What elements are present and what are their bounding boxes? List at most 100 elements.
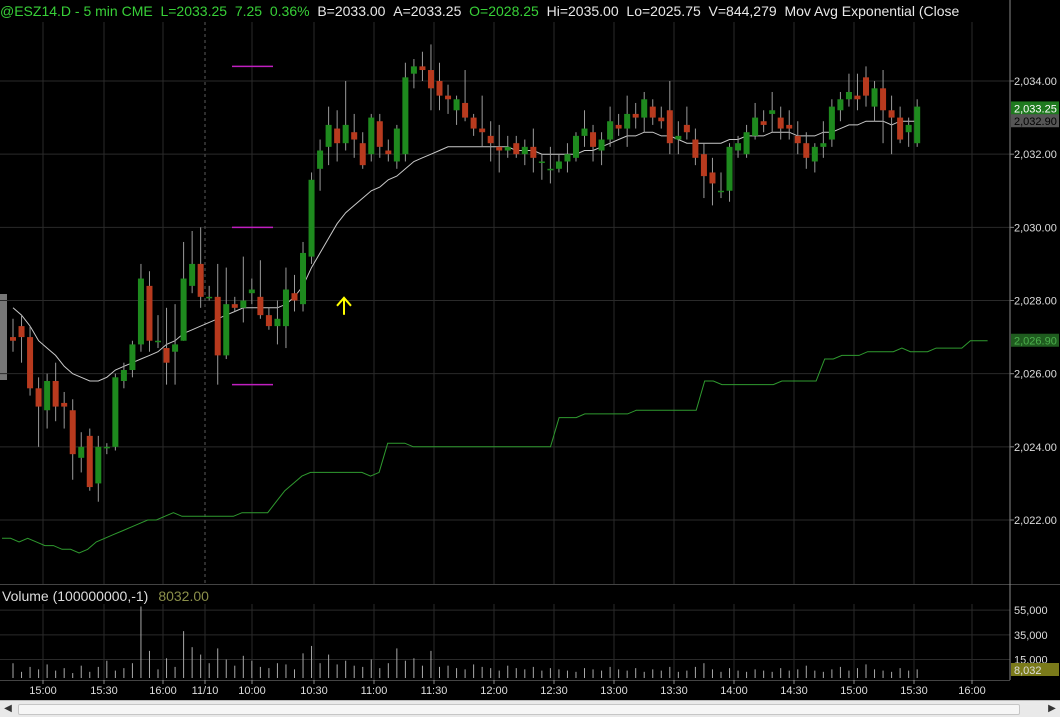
candle-body — [427, 70, 434, 89]
price-axis[interactable]: 2,034.00 2,032.00 2,030.00 2,028.00 2,026.00… — [1009, 0, 1060, 584]
candle-body — [555, 161, 562, 169]
candle-body — [769, 110, 776, 114]
price-tick-label: 2,028.00 — [1014, 296, 1057, 308]
candle-body — [828, 106, 835, 140]
candle-body — [658, 117, 665, 122]
time-tick-label: 13:00 — [600, 685, 628, 697]
candle-body — [470, 117, 477, 129]
candle-body — [683, 124, 690, 133]
slow-line-price-label: 2,026.90 — [1014, 336, 1057, 348]
candle-body — [231, 304, 238, 308]
candle — [538, 154, 545, 180]
candle-body — [837, 99, 844, 111]
candle — [206, 285, 213, 301]
candle — [282, 267, 289, 349]
candle-body — [61, 402, 68, 407]
candle-body — [624, 113, 631, 129]
candle — [223, 267, 230, 360]
scrollbar-thumb[interactable] — [18, 704, 1020, 715]
time-tick-label: 12:00 — [480, 685, 508, 697]
candle — [44, 373, 51, 429]
candle-body — [410, 66, 417, 74]
candle-body — [863, 77, 869, 96]
scroll-left-icon[interactable]: ◀ — [0, 701, 16, 717]
price-chart[interactable]: 2,034.00 2,032.00 2,030.00 2,028.00 2,026.00… — [0, 0, 1060, 584]
horizontal-scrollbar[interactable]: ◀ ▶ — [0, 700, 1060, 717]
candle — [914, 99, 921, 147]
time-tick-label: 11/10 — [192, 685, 219, 697]
candle — [564, 143, 571, 173]
candle — [743, 124, 750, 158]
candle — [615, 113, 622, 136]
candle — [641, 91, 648, 133]
candle-body — [735, 143, 742, 151]
candle-body — [368, 117, 375, 155]
scroll-right-icon[interactable]: ▶ — [1044, 701, 1060, 717]
time-tick-label: 12:30 — [540, 685, 568, 697]
candle-body — [905, 124, 912, 133]
candle-body — [274, 318, 281, 327]
candle-body — [854, 95, 861, 100]
candle — [598, 132, 605, 166]
candle — [811, 143, 818, 173]
candle — [487, 121, 494, 162]
candle — [888, 95, 895, 155]
candle — [854, 73, 861, 111]
candle-body — [27, 337, 34, 389]
candle — [496, 124, 503, 173]
candle-body — [504, 146, 511, 151]
candle-body — [240, 300, 247, 308]
candle-body — [786, 124, 793, 129]
candle — [436, 62, 443, 111]
ma-price-label: 2,032.90 — [1014, 116, 1057, 128]
candle — [257, 260, 264, 319]
candle-body — [402, 77, 409, 155]
candle-body — [487, 135, 494, 144]
candle — [700, 143, 707, 199]
candle-body — [615, 124, 622, 129]
candle-body — [146, 285, 153, 341]
candle-body — [445, 95, 452, 100]
price-tick-label: 2,022.00 — [1014, 515, 1057, 527]
candle — [265, 307, 272, 330]
candle-body — [69, 410, 76, 455]
moving-average-path — [12, 120, 918, 382]
volume-axis[interactable]: 55,00035,00015,0008,032 — [1009, 584, 1059, 680]
candle — [95, 435, 102, 502]
candle-body — [103, 446, 110, 449]
candle-body — [419, 66, 426, 71]
candle — [777, 106, 784, 140]
volume-chart[interactable]: 55,00035,00015,0008,032 — [0, 584, 1060, 680]
candle — [897, 106, 904, 144]
candle-body — [752, 117, 759, 136]
candle — [470, 113, 477, 136]
candle-body — [590, 132, 597, 147]
time-axis[interactable]: 15:00 15:30 16:00 11/10 10:00 10:30 11:00 11:30… — [0, 680, 1060, 700]
candle-body — [794, 135, 801, 144]
candle-body — [880, 88, 887, 111]
candle-body — [709, 172, 716, 184]
price-tick-label: 2,026.00 — [1014, 369, 1057, 381]
candle — [86, 428, 93, 491]
candle-body — [914, 106, 921, 144]
candle — [794, 121, 801, 155]
candle — [572, 132, 579, 162]
candle — [717, 172, 724, 199]
candle — [385, 139, 392, 162]
candle-body — [282, 289, 289, 327]
candle — [18, 315, 25, 363]
candle-body — [717, 190, 724, 193]
candle — [300, 241, 307, 312]
price-tick-label: 2,034.00 — [1014, 76, 1057, 88]
candle-body — [692, 139, 699, 158]
candle-body — [572, 135, 579, 158]
time-tick-label: 16:00 — [149, 685, 177, 697]
candle — [649, 99, 656, 125]
candle — [78, 432, 85, 473]
candle-body — [300, 252, 307, 305]
candle-body — [513, 143, 520, 155]
candle-body — [700, 154, 707, 177]
candle — [752, 102, 759, 140]
candle — [624, 95, 631, 147]
candle — [769, 91, 776, 133]
